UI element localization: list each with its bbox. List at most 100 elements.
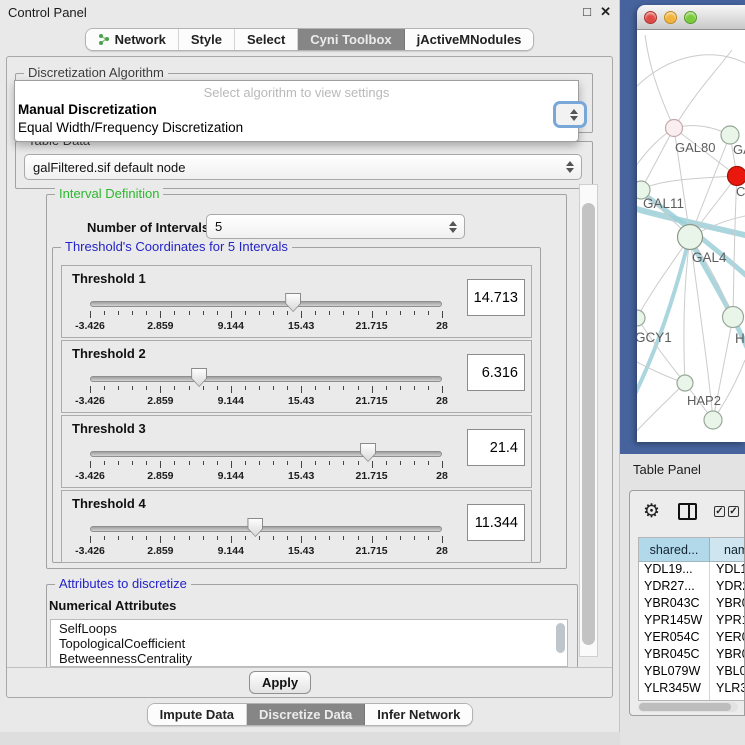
slider-tick bbox=[343, 461, 344, 465]
threshold-value-field[interactable]: 21.4 bbox=[467, 429, 525, 466]
network-node[interactable] bbox=[666, 120, 683, 137]
table-row[interactable]: YBL079WYBL0 bbox=[639, 664, 745, 681]
table-row[interactable]: YIL052CYIL0 bbox=[639, 698, 745, 701]
dropdown-option[interactable]: Manual Discretization bbox=[18, 102, 157, 117]
slider-track[interactable] bbox=[90, 376, 442, 382]
column-header[interactable]: shared... bbox=[639, 538, 710, 561]
table-row[interactable]: YDR27...YDR2 bbox=[639, 579, 745, 596]
main-vertical-scrollbar[interactable] bbox=[579, 184, 598, 657]
network-node-label: H bbox=[735, 331, 745, 346]
separator bbox=[7, 667, 612, 668]
close-traffic-icon[interactable] bbox=[644, 11, 657, 24]
network-edge[interactable] bbox=[641, 128, 674, 190]
slider-tick bbox=[372, 536, 373, 543]
table-row[interactable]: YDL19...YDL1 bbox=[639, 562, 745, 579]
list-item[interactable]: SelfLoops bbox=[51, 620, 567, 635]
slider-track[interactable] bbox=[90, 301, 442, 307]
node-table: shared... name YDL19...YDL1YDR27...YDR2Y… bbox=[638, 537, 745, 701]
threshold-panel: Threshold 1-3.4262.8599.14415.4321.71528… bbox=[61, 265, 532, 338]
tick-label: 21.715 bbox=[356, 320, 388, 332]
threshold-slider[interactable]: -3.4262.8599.14415.4321.71528 bbox=[90, 266, 442, 339]
checkbox-icon[interactable]: ✓ bbox=[714, 506, 725, 517]
tab-jactivemnodules[interactable]: jActiveMNodules bbox=[405, 29, 534, 50]
zoom-traffic-icon[interactable] bbox=[684, 11, 697, 24]
num-intervals-combobox[interactable]: 5 bbox=[206, 214, 465, 239]
threshold-value-field[interactable]: 14.713 bbox=[467, 279, 525, 316]
network-edge[interactable] bbox=[637, 55, 745, 90]
gear-icon[interactable]: ⚙ bbox=[643, 501, 660, 523]
slider-tick bbox=[329, 311, 330, 315]
slider-handle[interactable] bbox=[285, 293, 301, 312]
threshold-panel: Threshold 3-3.4262.8599.14415.4321.71528… bbox=[61, 415, 532, 488]
table-row[interactable]: YLR345WYLR3 bbox=[639, 681, 745, 698]
network-node[interactable] bbox=[637, 310, 645, 326]
threshold-value-field[interactable]: 11.344 bbox=[467, 504, 525, 541]
algorithm-combobox-focused[interactable] bbox=[553, 101, 587, 128]
columns-icon[interactable] bbox=[678, 503, 697, 520]
network-edge[interactable] bbox=[713, 360, 745, 420]
slider-handle[interactable] bbox=[360, 443, 376, 462]
tab-select[interactable]: Select bbox=[235, 29, 298, 50]
table-cell: YPR145W bbox=[639, 613, 710, 630]
network-node-label: GAL80 bbox=[675, 140, 715, 155]
network-graph: GAL80GALCGAL11GAL4GCY1HHAP2 bbox=[637, 30, 745, 442]
slider-tick bbox=[400, 386, 401, 390]
network-node[interactable] bbox=[704, 411, 722, 429]
slider-tick bbox=[315, 536, 316, 540]
scrollbar-thumb[interactable] bbox=[582, 203, 595, 645]
network-window-titlebar[interactable] bbox=[637, 5, 745, 30]
threshold-slider[interactable]: -3.4262.8599.14415.4321.71528 bbox=[90, 416, 442, 489]
minimize-traffic-icon[interactable] bbox=[664, 11, 677, 24]
float-window-icon[interactable]: □ bbox=[583, 4, 591, 19]
network-canvas[interactable]: GAL80GALCGAL11GAL4GCY1HHAP2 bbox=[637, 30, 745, 442]
network-edge[interactable] bbox=[637, 237, 690, 318]
slider-tick bbox=[259, 536, 260, 540]
tick-label: 28 bbox=[436, 545, 448, 557]
slider-tick bbox=[132, 461, 133, 465]
table-cell: YDL1 bbox=[710, 562, 745, 579]
network-edge[interactable] bbox=[637, 383, 685, 435]
slider-tick bbox=[442, 536, 443, 543]
network-edge[interactable] bbox=[645, 35, 674, 128]
threshold-value-field[interactable]: 6.316 bbox=[467, 354, 525, 391]
list-item[interactable]: TopologicalCoefficient bbox=[51, 635, 567, 650]
table-row[interactable]: YER054CYER0 bbox=[639, 630, 745, 647]
dropdown-option[interactable]: Equal Width/Frequency Discretization bbox=[18, 120, 243, 135]
column-header[interactable]: name bbox=[710, 538, 745, 561]
network-edge[interactable] bbox=[674, 50, 732, 128]
slider-track[interactable] bbox=[90, 526, 442, 532]
table-row[interactable]: YBR045CYBR0 bbox=[639, 647, 745, 664]
tab-cyni-toolbox[interactable]: Cyni Toolbox bbox=[298, 29, 404, 50]
network-node[interactable] bbox=[678, 225, 703, 250]
slider-tick bbox=[217, 461, 218, 465]
network-node[interactable] bbox=[677, 375, 693, 391]
table-horizontal-scrollbar[interactable] bbox=[638, 702, 738, 712]
network-node[interactable] bbox=[728, 167, 745, 186]
checkbox-icon[interactable]: ✓ bbox=[728, 506, 739, 517]
table-row[interactable]: YBR043CYBR0 bbox=[639, 596, 745, 613]
close-icon[interactable]: ✕ bbox=[600, 4, 611, 20]
network-edge[interactable] bbox=[641, 176, 737, 190]
threshold-slider[interactable]: -3.4262.8599.14415.4321.71528 bbox=[90, 341, 442, 414]
table-row[interactable]: YPR145WYPR1 bbox=[639, 613, 745, 630]
slider-tick bbox=[118, 386, 119, 390]
slider-handle[interactable] bbox=[247, 518, 263, 537]
tab-style[interactable]: Style bbox=[179, 29, 235, 50]
tab-discretize-data[interactable]: Discretize Data bbox=[247, 704, 365, 725]
tab-network[interactable]: Network bbox=[86, 29, 179, 50]
apply-button[interactable]: Apply bbox=[249, 671, 311, 694]
threshold-slider[interactable]: -3.4262.8599.14415.4321.71528 bbox=[90, 491, 442, 564]
tab-label: jActiveMNodules bbox=[417, 32, 522, 47]
numerical-attributes-list[interactable]: SelfLoopsTopologicalCoefficientBetweenne… bbox=[50, 619, 568, 667]
group-title: Attributes to discretize bbox=[55, 576, 191, 591]
network-node[interactable] bbox=[723, 307, 744, 328]
slider-track[interactable] bbox=[90, 451, 442, 457]
slider-handle[interactable] bbox=[191, 368, 207, 387]
tab-impute-data[interactable]: Impute Data bbox=[148, 704, 247, 725]
table-data-combobox[interactable]: galFiltered.sif default node bbox=[24, 154, 582, 180]
combobox-value: galFiltered.sif default node bbox=[33, 160, 185, 175]
list-scrollbar-thumb[interactable] bbox=[556, 623, 565, 653]
scrollbar-thumb[interactable] bbox=[639, 703, 731, 711]
list-item[interactable]: BetweennessCentrality bbox=[51, 650, 567, 665]
tab-infer-network[interactable]: Infer Network bbox=[365, 704, 472, 725]
